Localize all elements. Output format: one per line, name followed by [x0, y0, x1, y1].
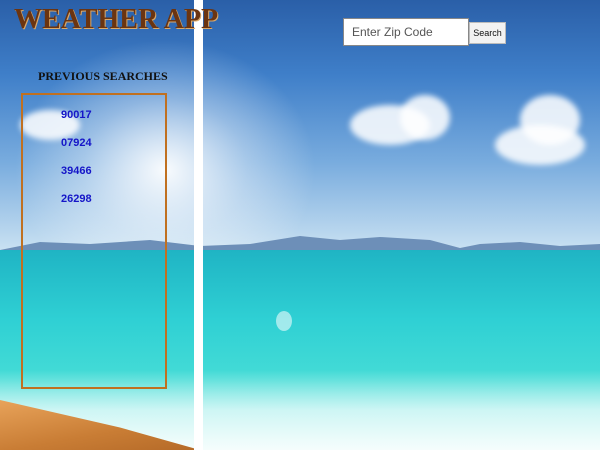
cloud — [495, 125, 585, 165]
previous-searches-heading: PREVIOUS SEARCHES — [38, 69, 168, 83]
cloud — [400, 95, 450, 140]
previous-search-item[interactable]: 26298 — [61, 193, 92, 205]
panel-divider — [194, 0, 203, 450]
previous-search-item[interactable]: 90017 — [61, 109, 92, 121]
app-title: WEATHER APP — [14, 4, 219, 35]
previous-search-item[interactable]: 07924 — [61, 137, 92, 149]
search-button[interactable]: Search — [469, 22, 506, 44]
sun-glint — [276, 311, 292, 331]
previous-searches-panel — [21, 93, 167, 389]
previous-search-item[interactable]: 39466 — [61, 165, 92, 177]
zip-code-input[interactable] — [343, 18, 469, 46]
